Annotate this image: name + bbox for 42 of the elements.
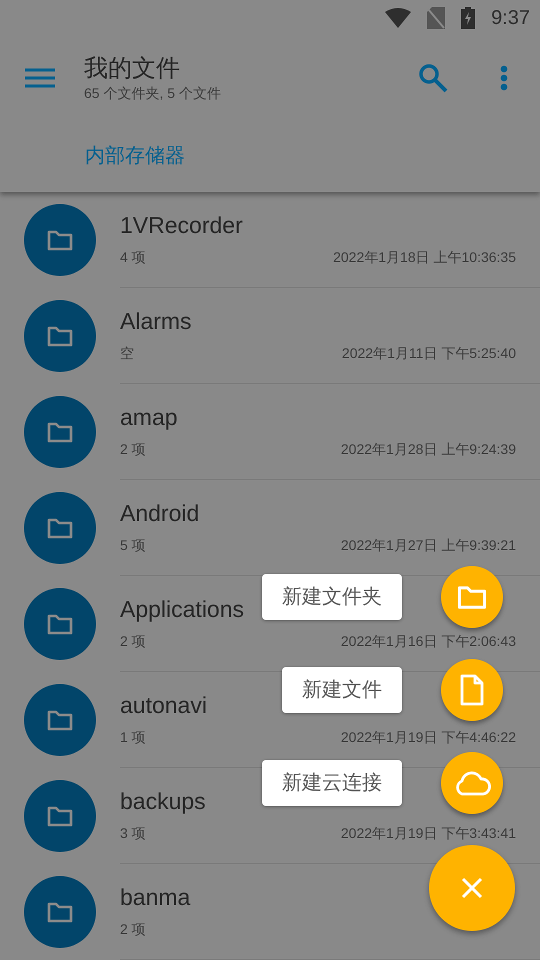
folder-count: 65 个文件夹, 5 个文件 [84,84,222,102]
file-name[interactable]: backups [120,787,206,815]
item-count: 2 项 [120,440,146,459]
file-name[interactable]: Applications [120,595,244,623]
item-count: 2 项 [120,632,146,651]
file-name[interactable]: Android [120,499,200,527]
close-icon [461,877,483,899]
modified-date: 2022年1月28日 上午9:24:39 [340,440,516,459]
cloud-action-button[interactable] [441,752,503,814]
modified-date: 2022年1月18日 上午10:36:35 [333,248,516,267]
wifi-icon [385,8,412,28]
folder-action-button[interactable] [441,566,503,628]
item-count: 3 项 [120,824,146,843]
file-icon [459,674,485,706]
item-count: 4 项 [120,248,146,267]
modified-date: 2022年1月19日 下午3:43:41 [340,824,516,843]
file-name[interactable]: 1VRecorder [120,211,243,239]
file-name[interactable]: banma [120,883,190,911]
action-label[interactable]: 新建文件 [282,667,402,713]
close-fab-button[interactable] [429,845,515,931]
file-name[interactable]: Alarms [120,307,192,335]
item-count: 2 项 [120,920,146,939]
file-name[interactable]: autonavi [120,691,207,719]
app-title: 我的文件 [84,54,181,84]
item-count: 1 项 [120,728,146,747]
action-label[interactable]: 新建云连接 [262,760,402,806]
menu-icon[interactable] [24,68,56,88]
cloud-icon [453,770,491,796]
modified-date: 2022年1月16日 下午2:06:43 [340,632,516,651]
action-label[interactable]: 新建文件夹 [262,574,402,620]
modified-date: 2022年1月19日 下午4:46:22 [340,728,516,747]
modified-date: 2022年1月11日 下午5:25:40 [342,344,516,363]
item-count: 空 [120,344,134,363]
no-sim-icon [427,7,446,29]
more-icon[interactable] [500,65,508,91]
battery-charging-icon [461,7,476,29]
file-name[interactable]: amap [120,403,178,431]
file-action-button[interactable] [441,659,503,721]
search-icon[interactable] [418,63,448,93]
modified-date: 2022年1月27日 上午9:39:21 [340,536,516,555]
clock: 9:37 [491,6,530,31]
item-count: 5 项 [120,536,146,555]
